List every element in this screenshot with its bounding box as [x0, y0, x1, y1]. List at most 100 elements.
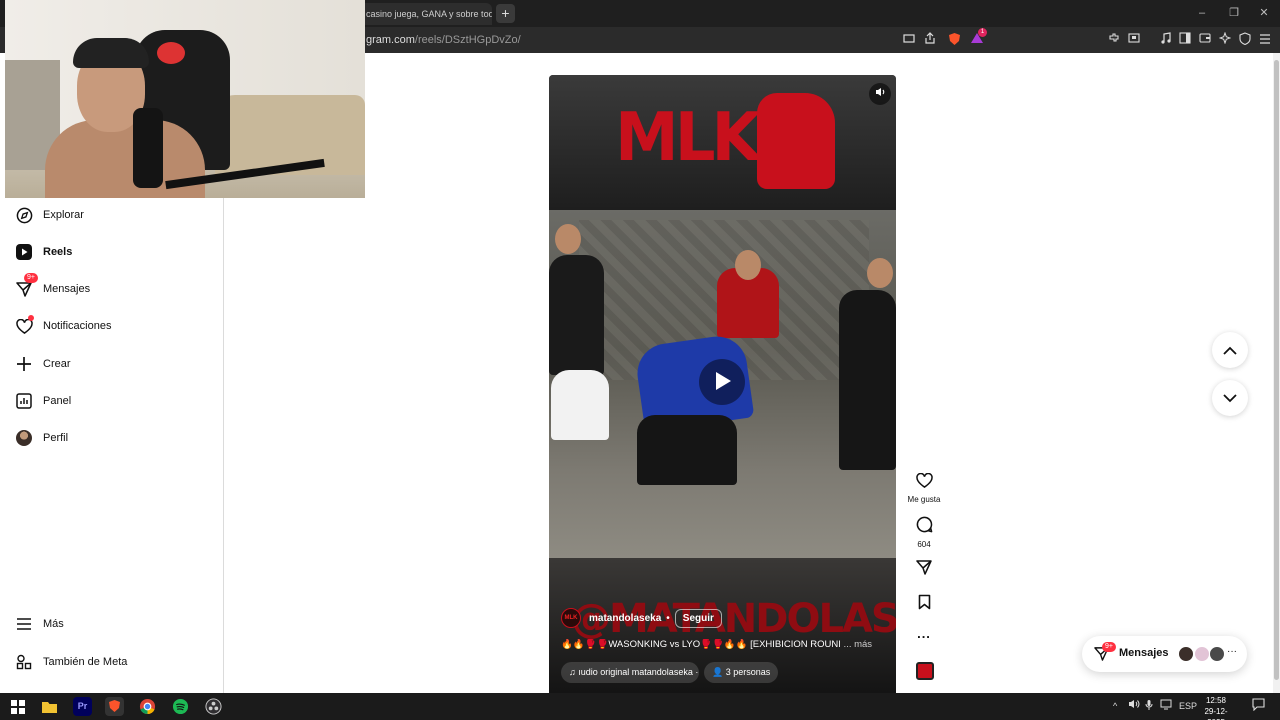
volume-icon[interactable] [869, 83, 891, 105]
sidebar-item-mensajes[interactable]: 9+ Mensajes [0, 273, 223, 304]
comment-count: 604 [917, 540, 931, 549]
reel-caption[interactable]: 🔥🔥🥊🥊WASONKING vs LYO🥊🥊🔥🔥 [EXHIBICION ROU… [561, 639, 891, 650]
brave-rewards-icon[interactable]: 1 [969, 28, 987, 48]
sidebar-item-panel[interactable]: Panel [0, 386, 223, 416]
play-button[interactable] [699, 359, 745, 405]
messages-pill[interactable]: 9+ Mensajes ··· [1082, 636, 1247, 672]
next-reel-button[interactable] [1212, 380, 1248, 416]
reels-icon [15, 243, 33, 261]
profile-avatar [15, 429, 33, 447]
tagged-people-chip[interactable]: 👤 3 personas [704, 662, 779, 683]
reel-banner: MLK [549, 75, 896, 210]
sidebar-item-label: También de Meta [43, 656, 128, 668]
chrome-icon[interactable] [138, 697, 157, 716]
media-icon[interactable] [1158, 32, 1174, 48]
menu-icon[interactable] [1257, 32, 1273, 48]
sidebar-item-reels[interactable]: Reels [0, 237, 223, 267]
vpn-shield-icon[interactable] [1237, 32, 1253, 48]
microphone-tray-icon[interactable] [1145, 699, 1153, 715]
minimize-button[interactable]: – [1186, 0, 1218, 27]
sidebar-item-mas[interactable]: Más [0, 609, 223, 639]
author-avatar[interactable]: MLK [561, 608, 581, 628]
person-left-shorts [551, 370, 609, 440]
sidebar-item-explorar[interactable]: Explorar [0, 200, 223, 230]
tray-overflow-icon[interactable]: ^ [1113, 699, 1117, 713]
messenger-icon: 9+ [15, 273, 38, 298]
compass-icon [15, 206, 33, 224]
language-indicator[interactable]: ESP [1179, 699, 1197, 713]
messages-badge: 9+ [24, 273, 38, 283]
windows-start-icon[interactable] [8, 697, 27, 716]
wallet-icon[interactable] [1197, 32, 1213, 48]
reel-video[interactable]: MLK @MATANDOLASEKA MLK matandolaseka [549, 75, 896, 693]
sidebar-item-label: Mensajes [43, 283, 91, 295]
streamer-webcam-overlay [5, 0, 365, 198]
chevron-down-icon [1223, 393, 1237, 402]
audio-thumbnail[interactable] [916, 662, 934, 680]
sidebar-item-crear[interactable]: Crear [0, 349, 223, 379]
audio-chip[interactable]: ♫ ıudio original matandolaseka · / [561, 662, 699, 683]
volume-tray-icon[interactable] [1128, 699, 1140, 713]
comment-icon [916, 516, 932, 533]
system-clock[interactable]: 12:58 29-12-2025 [1196, 695, 1236, 720]
save-action[interactable] [904, 594, 944, 615]
network-tray-icon[interactable] [1160, 699, 1172, 714]
brave-shields-icon[interactable] [946, 32, 962, 48]
avatar [16, 430, 32, 446]
share-icon[interactable] [922, 32, 938, 48]
plus-icon [15, 355, 33, 373]
browser-tab[interactable]: casino juega, GANA y sobre todo [360, 3, 492, 25]
sidebar-item-tambien-de-meta[interactable]: También de Meta [0, 647, 223, 677]
close-window-button[interactable]: ✕ [1248, 0, 1280, 27]
obs-studio-icon[interactable] [204, 697, 223, 716]
notification-center-icon[interactable] [1252, 698, 1265, 715]
comment-action[interactable]: 604 [904, 516, 944, 549]
notification-dot [28, 315, 34, 321]
install-app-icon[interactable] [901, 32, 917, 48]
person-left-head [555, 224, 581, 254]
bookmark-icon [918, 594, 930, 610]
clock-date: 29-12-2025 [1204, 707, 1228, 720]
caption-more-link[interactable]: ... más [844, 639, 873, 650]
reel-author: MLK matandolaseka • Seguir [561, 608, 722, 628]
sidebar-item-notificaciones[interactable]: Notificaciones [0, 311, 223, 341]
spotify-icon[interactable] [171, 697, 190, 716]
streamer-hair [73, 38, 149, 68]
url-field[interactable]: gram.com/reels/DSztHGpDvZo/ [366, 34, 521, 46]
chair-logo [157, 42, 185, 64]
file-explorer-icon[interactable] [40, 697, 59, 716]
sidebar-toggle-icon[interactable] [1177, 32, 1193, 48]
new-tab-button[interactable]: + [496, 4, 515, 23]
like-label: Me gusta [907, 495, 941, 504]
avatar [1178, 646, 1194, 662]
messages-more-icon: ··· [1227, 646, 1237, 657]
author-username[interactable]: matandolaseka [589, 613, 661, 624]
previous-reel-button[interactable] [1212, 332, 1248, 368]
avatar [1209, 646, 1225, 662]
fist-icon [757, 93, 835, 189]
sidebar-item-label: Explorar [43, 209, 84, 221]
like-action[interactable]: Me gusta [904, 472, 944, 504]
url-path: /reels/DSztHGpDvZo/ [414, 34, 521, 46]
heart-icon [915, 472, 933, 488]
leo-ai-icon[interactable] [1217, 31, 1233, 48]
avatar [1194, 646, 1210, 662]
rewards-badge: 1 [978, 28, 987, 37]
screenshot-icon[interactable] [1126, 32, 1142, 48]
chart-icon [15, 392, 33, 410]
sidebar-item-perfil[interactable]: Perfil [0, 423, 223, 453]
premiere-pro-icon[interactable]: Pr [73, 697, 92, 716]
chevron-up-icon [1223, 346, 1237, 355]
sidebar-item-label: Notificaciones [43, 320, 112, 332]
more-options-button[interactable]: ... [904, 626, 944, 641]
messages-pill-badge: 9+ [1102, 642, 1116, 652]
heart-icon [15, 315, 34, 335]
restore-button[interactable]: ❐ [1218, 0, 1250, 27]
mlk-logo-text: MLK [615, 99, 761, 177]
microphone [133, 108, 163, 188]
extensions-icon[interactable] [1106, 32, 1122, 48]
brave-browser-icon[interactable] [105, 697, 124, 716]
share-action[interactable] [904, 559, 944, 580]
page-scrollbar[interactable] [1274, 60, 1279, 680]
follow-button[interactable]: Seguir [674, 608, 722, 628]
